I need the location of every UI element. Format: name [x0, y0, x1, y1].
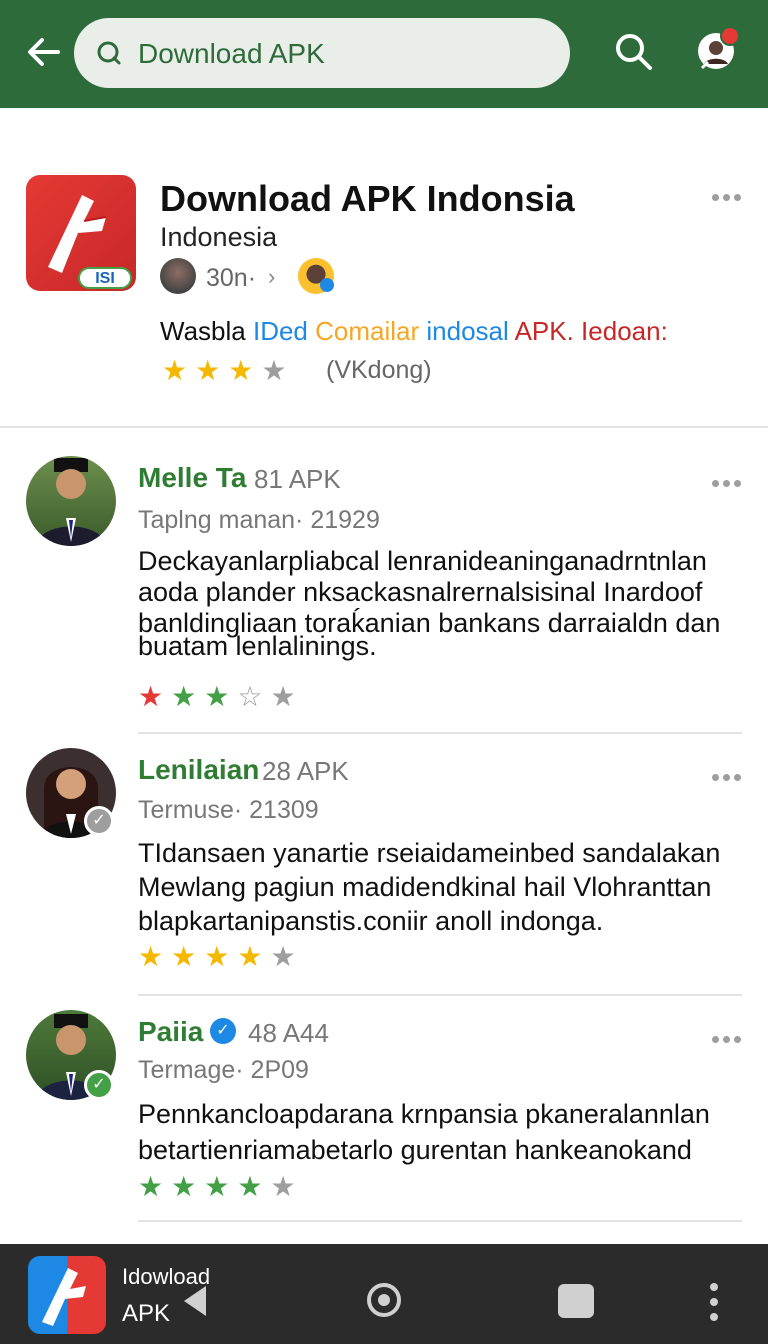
- star-filled-icon: ★: [228, 355, 262, 386]
- star-filled-icon: ★: [195, 355, 229, 386]
- review-line: aoda plander nksackasnalrernalsisinal In…: [138, 577, 703, 607]
- review-line: blapkartanipanstis.coniir anoll indonga.: [138, 906, 604, 936]
- app-logo-icon[interactable]: ISI: [26, 175, 136, 291]
- shortcut-label-line2: APK: [122, 1300, 171, 1327]
- reviewer-name[interactable]: Paiia: [138, 1016, 203, 1048]
- star-icon: ★: [138, 941, 172, 972]
- star-icon: ★: [270, 941, 304, 972]
- review-divider: [138, 1220, 742, 1222]
- tagline-segment: Wasbla: [160, 316, 253, 346]
- app-more-icon[interactable]: [712, 188, 748, 201]
- app-subtitle: Indonesia: [160, 222, 278, 252]
- section-divider: [0, 426, 768, 428]
- reviewer-count: 81 APK: [254, 464, 341, 494]
- developer-avatar: [160, 258, 196, 294]
- app-title: Download APK Indonsia: [160, 178, 575, 219]
- star-icon: ★: [171, 681, 205, 712]
- star-icon: ★: [237, 1171, 271, 1202]
- star-icon: ★: [204, 681, 238, 712]
- star-icon: ★: [171, 941, 205, 972]
- star-icon: ★: [204, 1171, 238, 1202]
- review-line: Deckayanlarpliabcal lenranideaninganadrn…: [138, 546, 707, 576]
- review-rating-stars: ★★★☆★: [138, 680, 304, 713]
- chevron-right-icon: ›: [268, 264, 276, 289]
- search-query-text[interactable]: Download APK: [138, 38, 325, 70]
- star-icon: ★: [270, 1171, 304, 1202]
- search-icon[interactable]: [612, 30, 656, 74]
- star-icon: ★: [171, 1171, 205, 1202]
- review-rating-stars: ★★★★★: [138, 1170, 304, 1203]
- review-divider: [138, 732, 742, 734]
- review-body: Pennkancloapdarana krnpansia pkaneralann…: [138, 1096, 738, 1168]
- app-rating-stars: ★★★★: [162, 354, 294, 387]
- review-rating-stars: ★★★★★: [138, 940, 304, 973]
- review-line: Pennkancloapdarana krnpansia pkaneralann…: [138, 1099, 710, 1129]
- tagline-segment: APK.: [514, 316, 582, 346]
- app-rating-text: (VKdong): [326, 356, 432, 384]
- search-field-icon: [96, 40, 122, 66]
- review-body: TIdansaen yanartie rseiaidameinbed sanda…: [138, 836, 738, 938]
- top-app-bar: Download APK: [0, 0, 768, 108]
- app-badge: ISI: [78, 267, 132, 289]
- tagline-segment: IDed: [252, 316, 316, 346]
- app-shortcut-icon[interactable]: [28, 1256, 106, 1334]
- star-empty-icon: ★: [261, 355, 295, 386]
- verified-check-icon: ✓: [84, 1070, 114, 1100]
- review-line: Mewlang pagiun madidendkinal hail Vlohra…: [138, 872, 712, 902]
- star-filled-icon: ★: [162, 355, 196, 386]
- app-header: ISI Download APK Indonsia Indonesia 30n·…: [0, 150, 768, 426]
- review-more-icon[interactable]: [712, 474, 748, 487]
- nav-back-icon[interactable]: [180, 1284, 208, 1323]
- review-meta: Termage· 2P09: [138, 1056, 309, 1084]
- nav-recents-icon[interactable]: [558, 1284, 594, 1318]
- tagline-segment: indosal: [426, 316, 515, 346]
- bottom-navigation-bar: Idowload APK: [0, 1244, 768, 1344]
- star-icon: ★: [204, 941, 238, 972]
- review-more-icon[interactable]: [712, 768, 748, 781]
- reviewer-name[interactable]: Lenilaian: [138, 754, 259, 786]
- back-arrow-icon[interactable]: [22, 30, 66, 74]
- review-divider: [138, 994, 742, 996]
- reviewer-avatar[interactable]: [26, 456, 116, 546]
- reviewer-count: 48 A44: [248, 1018, 329, 1048]
- tagline-segment: Iedoan:: [581, 316, 668, 346]
- app-meta-text: 30n·: [206, 264, 257, 292]
- review-line: betartienriamabetarlo gurentan hankeanok…: [138, 1135, 692, 1165]
- review-line: TIdansaen yanartie rseiaidameinbed sanda…: [138, 838, 721, 868]
- nav-home-icon[interactable]: [364, 1280, 404, 1325]
- app-meta-row: 30n· ›: [160, 258, 360, 296]
- review-body: Deckayanlarpliabcal lenranideaninganadrn…: [138, 546, 738, 662]
- search-input[interactable]: Download APK: [74, 18, 570, 88]
- app-tagline: Wasbla IDed Comailar indosal APK. Iedoan…: [160, 316, 668, 347]
- overflow-menu-icon[interactable]: [708, 1282, 720, 1322]
- verified-check-icon: ✓: [84, 806, 114, 836]
- tagline-segment: Comailar: [315, 316, 427, 346]
- review-meta: Termuse· 21309: [138, 796, 319, 824]
- verified-dot-icon: [320, 278, 334, 292]
- verified-badge-icon: ✓: [210, 1018, 236, 1044]
- notification-badge: [720, 26, 740, 46]
- star-icon: ★: [138, 681, 172, 712]
- review-meta: Taplng manan· 21929: [138, 506, 380, 534]
- star-icon: ★: [138, 1171, 172, 1202]
- star-outline-icon: ☆: [237, 681, 271, 712]
- star-icon: ★: [237, 941, 271, 972]
- review-more-icon[interactable]: [712, 1030, 748, 1043]
- reviewer-count: 28 APK: [262, 756, 349, 786]
- star-icon: ★: [270, 681, 304, 712]
- reviewer-name[interactable]: Melle Ta: [138, 462, 246, 494]
